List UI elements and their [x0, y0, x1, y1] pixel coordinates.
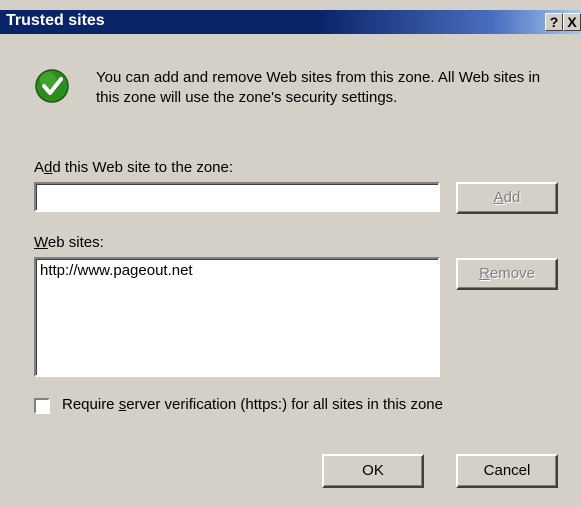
require-verification-checkbox[interactable] — [34, 398, 50, 414]
add-button-accel: A — [493, 189, 504, 206]
close-button[interactable]: X — [563, 13, 581, 31]
site-url-input[interactable] — [34, 182, 440, 212]
web-sites-accel: W — [34, 234, 48, 251]
remove-button-rest: emove — [489, 265, 535, 282]
web-sites-rest: eb sites: — [47, 234, 104, 251]
remove-button-accel: R — [479, 265, 490, 282]
help-button[interactable]: ? — [545, 13, 563, 31]
web-sites-label: Web sites: — [34, 234, 104, 251]
verification-label-pre: Require — [62, 396, 119, 413]
green-check-icon — [35, 69, 69, 103]
add-label-rest: d this Web site to the zone: — [52, 159, 234, 176]
web-sites-list[interactable]: http://www.pageout.net — [34, 257, 440, 377]
ok-button[interactable]: OK — [322, 454, 424, 488]
add-button[interactable]: Add — [456, 182, 558, 214]
title-bar[interactable]: Trusted sites ? X — [0, 10, 581, 34]
verification-label-post: erver verification (https:) for all site… — [126, 396, 443, 413]
require-verification-label[interactable]: Require server verification (https:) for… — [62, 396, 443, 413]
remove-button[interactable]: Remove — [456, 258, 558, 290]
window-title: Trusted sites — [6, 12, 105, 29]
list-item[interactable]: http://www.pageout.net — [40, 261, 434, 281]
info-text: You can add and remove Web sites from th… — [96, 69, 541, 106]
trusted-sites-dialog: Trusted sites ? X You can add and remove… — [0, 0, 581, 507]
add-label-part: A — [34, 159, 45, 176]
add-site-label: Add this Web site to the zone: — [34, 159, 233, 176]
cancel-button[interactable]: Cancel — [456, 454, 558, 488]
add-button-rest: dd — [503, 189, 521, 206]
